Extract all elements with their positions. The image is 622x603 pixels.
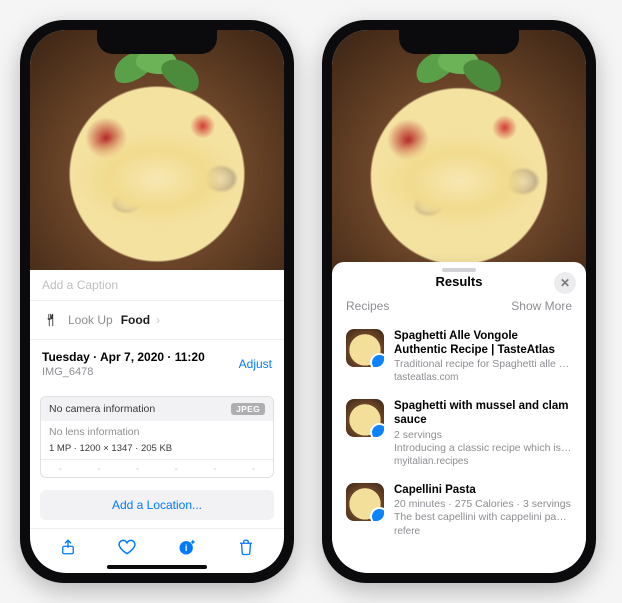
photo-hero[interactable] [332,30,586,274]
result-item[interactable]: Capellini Pasta 20 minutes · 275 Calorie… [332,475,586,545]
sheet-grabber[interactable] [442,268,476,272]
home-indicator[interactable] [107,565,207,569]
result-thumb [346,399,384,437]
result-item[interactable]: Spaghetti Alle Vongole Authentic Recipe … [332,321,586,391]
camera-info-card: No camera information JPEG No lens infor… [40,396,274,478]
phone-left: Add a Caption Look Up Food › Tuesday · A… [20,20,294,583]
bottom-toolbar: i [30,528,284,563]
result-item[interactable]: Spaghetti with mussel and clam sauce 2 s… [332,391,586,475]
screen-left: Add a Caption Look Up Food › Tuesday · A… [30,30,284,573]
result-source: myitalian.recipes [394,456,572,467]
result-title: Capellini Pasta [394,483,572,497]
photo-hero[interactable] [30,30,284,270]
result-subtitle: 2 servings [394,429,572,442]
add-location-button[interactable]: Add a Location... [40,490,274,520]
trash-icon[interactable] [234,535,258,559]
result-description: Introducing a classic recipe which is im… [394,442,572,455]
result-thumb [346,329,384,367]
info-sparkle-icon[interactable]: i [175,535,199,559]
result-source: tasteatlas.com [394,372,572,383]
result-title: Spaghetti Alle Vongole Authentic Recipe … [394,329,572,358]
result-description: The best capellini with cappelini pasta, [394,511,572,524]
image-stats: 1 MP · 1200 × 1347 · 205 KB [41,443,273,459]
screen-right: Results ✕ Recipes Show More Spaghetti Al… [332,30,586,573]
sheet-title: Results [436,274,483,289]
caption-input[interactable]: Add a Caption [30,270,284,301]
notch [399,30,519,54]
photo-filename: IMG_6478 [42,366,205,378]
photo-date: Tuesday · Apr 7, 2020 · 11:20 [42,350,205,364]
metadata-block: Tuesday · Apr 7, 2020 · 11:20 IMG_6478 A… [30,340,284,390]
result-subtitle: 20 minutes · 275 Calories · 3 servings [394,498,572,511]
result-description: Traditional recipe for Spaghetti alle vo… [394,358,572,371]
share-icon[interactable] [56,535,80,559]
lookup-row[interactable]: Look Up Food › [30,301,284,340]
result-source: refere [394,526,572,537]
heart-icon[interactable] [115,535,139,559]
show-more-button[interactable]: Show More [511,299,572,313]
close-icon[interactable]: ✕ [554,272,576,294]
lookup-prefix: Look Up [68,313,113,327]
chevron-right-icon: › [156,313,160,327]
result-thumb [346,483,384,521]
exif-dashes: - - - - - - [41,459,273,478]
notch [97,30,217,54]
svg-text:i: i [185,543,188,553]
section-label: Recipes [346,299,389,313]
lookup-subject: Food [121,313,150,327]
no-lens-text: No lens information [41,421,273,443]
format-badge: JPEG [231,403,265,415]
results-sheet: Results ✕ Recipes Show More Spaghetti Al… [332,262,586,573]
utensils-icon [42,311,60,329]
phone-right: Results ✕ Recipes Show More Spaghetti Al… [322,20,596,583]
result-title: Spaghetti with mussel and clam sauce [394,399,572,428]
no-camera-text: No camera information [49,403,155,415]
adjust-button[interactable]: Adjust [239,357,272,371]
